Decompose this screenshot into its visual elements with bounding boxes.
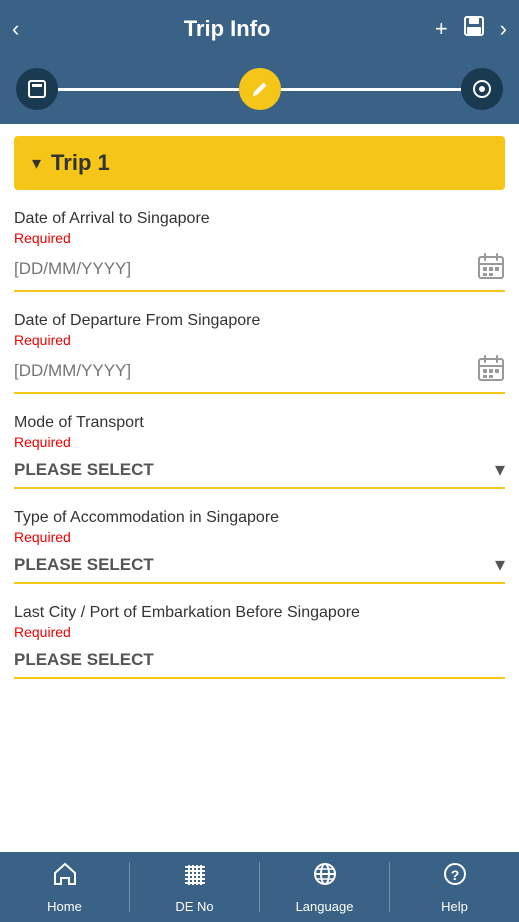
lastcity-label: Last City / Port of Embarkation Before S… (14, 604, 505, 622)
add-button[interactable]: + (435, 16, 448, 42)
progress-line-2 (281, 88, 462, 91)
header-actions: + › (435, 14, 507, 44)
progress-bar (0, 58, 519, 124)
language-icon (311, 860, 339, 895)
progress-line-1 (58, 88, 239, 91)
trip-accordion[interactable]: ▾ Trip 1 (14, 136, 505, 190)
bottom-nav: Home DE No (0, 852, 519, 922)
accommodation-field-group: Type of Accommodation in Singapore Requi… (14, 509, 505, 584)
accommodation-required: Required (14, 529, 505, 545)
page-title: Trip Info (184, 16, 271, 42)
nav-help[interactable]: ? Help (390, 860, 519, 914)
home-label: Home (47, 899, 82, 914)
nav-language[interactable]: Language (260, 860, 389, 914)
svg-text:?: ? (450, 867, 459, 883)
help-icon: ? (441, 860, 469, 895)
arrival-calendar-icon[interactable] (477, 252, 505, 286)
departure-field-group: Date of Departure From Singapore Require… (14, 312, 505, 394)
accommodation-select-row: PLEASE SELECT ▾ (14, 551, 505, 584)
main-content: ▾ Trip 1 Date of Arrival to Singapore Re… (0, 124, 519, 852)
departure-input-row (14, 354, 505, 394)
progress-step-2 (239, 68, 281, 110)
departure-required: Required (14, 332, 505, 348)
lastcity-select-row: PLEASE SELECT (14, 646, 505, 679)
lastcity-select[interactable]: PLEASE SELECT (14, 646, 505, 673)
accommodation-label: Type of Accommodation in Singapore (14, 509, 505, 527)
arrival-input-row (14, 252, 505, 292)
nav-home[interactable]: Home (0, 860, 129, 914)
progress-step-3 (461, 68, 503, 110)
home-icon (51, 860, 79, 895)
progress-step-1 (16, 68, 58, 110)
trip-label: Trip 1 (51, 150, 110, 176)
back-button[interactable]: ‹ (12, 16, 19, 42)
lastcity-required: Required (14, 624, 505, 640)
departure-label: Date of Departure From Singapore (14, 312, 505, 330)
transport-required: Required (14, 434, 505, 450)
save-button[interactable] (462, 14, 486, 44)
departure-calendar-icon[interactable] (477, 354, 505, 388)
help-label: Help (441, 899, 468, 914)
departure-date-input[interactable] (14, 357, 469, 385)
accommodation-select[interactable]: PLEASE SELECT (14, 551, 495, 578)
language-label: Language (296, 899, 354, 914)
accommodation-dropdown-arrow: ▾ (495, 552, 505, 577)
transport-select[interactable]: PLEASE SELECT (14, 456, 495, 483)
transport-field-group: Mode of Transport Required PLEASE SELECT… (14, 414, 505, 489)
deno-label: DE No (175, 899, 213, 914)
arrival-label: Date of Arrival to Singapore (14, 210, 505, 228)
arrival-field-group: Date of Arrival to Singapore Required (14, 210, 505, 292)
transport-label: Mode of Transport (14, 414, 505, 432)
transport-select-row: PLEASE SELECT ▾ (14, 456, 505, 489)
transport-dropdown-arrow: ▾ (495, 457, 505, 482)
deno-icon (181, 860, 209, 895)
accordion-chevron: ▾ (32, 153, 41, 174)
next-button[interactable]: › (500, 16, 507, 42)
arrival-date-input[interactable] (14, 255, 469, 283)
arrival-required: Required (14, 230, 505, 246)
header: ‹ Trip Info + › (0, 0, 519, 58)
lastcity-field-group: Last City / Port of Embarkation Before S… (14, 604, 505, 679)
nav-deno[interactable]: DE No (130, 860, 259, 914)
